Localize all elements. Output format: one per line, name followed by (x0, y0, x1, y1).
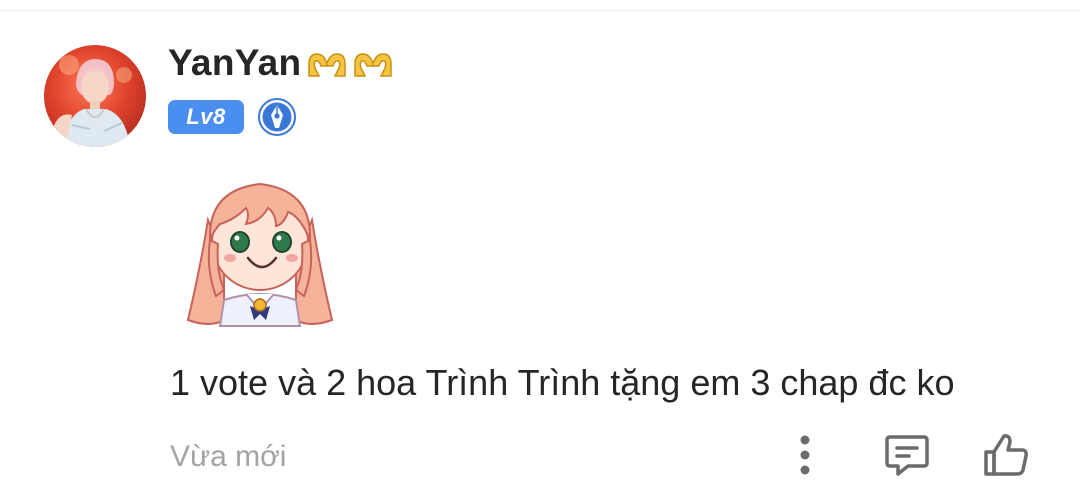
username-text: YanYan (168, 42, 302, 83)
sticker-image[interactable] (180, 160, 340, 330)
level-badge: Lv8 (168, 100, 244, 134)
heart-hands-icon (354, 53, 393, 77)
reply-comment-icon (885, 435, 929, 476)
timestamp: Vừa mới (170, 440, 287, 473)
heart-hands-icon (308, 53, 347, 77)
writer-pen-badge-icon (258, 98, 296, 136)
comment-text: 1 vote và 2 hoa Trình Trình tặng em 3 ch… (170, 362, 955, 403)
comment-item: YanYan Lv8 1 vote và 2 hoa Trình Trình t… (0, 0, 1080, 498)
more-options-button[interactable] (782, 430, 828, 480)
thumbs-up-icon (984, 434, 1028, 476)
avatar-image (52, 55, 132, 147)
divider (0, 10, 1080, 11)
reply-button[interactable] (880, 430, 934, 480)
avatar[interactable] (44, 45, 146, 147)
like-button[interactable] (978, 430, 1034, 480)
username-emoji (305, 46, 395, 80)
username[interactable]: YanYan (168, 42, 395, 84)
more-vertical-icon (800, 435, 810, 475)
